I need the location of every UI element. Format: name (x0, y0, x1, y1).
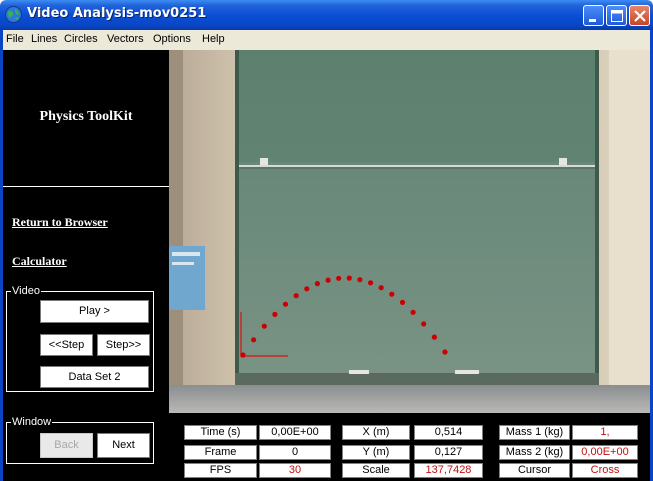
trajectory-marker[interactable] (431, 334, 437, 340)
globe-icon (5, 6, 22, 23)
mass1-label: Mass 1 (kg) (499, 425, 570, 440)
play-button[interactable]: Play > (40, 300, 149, 323)
trajectory-marker[interactable] (293, 293, 299, 299)
data-panel: Time (s) 0,00E+00 X (m) 0,514 Mass 1 (kg… (169, 413, 650, 481)
trajectory-marker[interactable] (378, 285, 384, 291)
trajectory-marker[interactable] (368, 280, 374, 286)
chalkboard-upper (235, 50, 599, 162)
window-group-label: Window (11, 416, 53, 428)
x-label: X (m) (342, 425, 410, 440)
video-group-label: Video (11, 285, 41, 297)
right-wall-light (609, 50, 650, 413)
eraser-right (455, 370, 479, 374)
floor (169, 385, 650, 413)
menu-circles[interactable]: Circles (64, 33, 98, 45)
menu-lines[interactable]: Lines (31, 33, 57, 45)
sidebar-divider (3, 186, 169, 187)
trajectory-marker[interactable] (336, 275, 342, 281)
trajectory-marker[interactable] (314, 281, 320, 287)
frame-value: 0 (259, 445, 331, 460)
window-group: Window Back Next (6, 416, 154, 464)
trajectory-marker[interactable] (389, 291, 395, 297)
trajectory-marker[interactable] (282, 301, 289, 307)
step-forward-button[interactable]: Step>> (97, 334, 150, 356)
trajectory-marker[interactable] (240, 352, 246, 358)
maximize-button[interactable] (606, 5, 627, 26)
trajectory-marker[interactable] (325, 277, 331, 283)
back-button[interactable]: Back (40, 433, 93, 458)
menu-help[interactable]: Help (202, 33, 225, 45)
scale-value: 137,7428 (414, 463, 483, 478)
board-frame-right (595, 50, 599, 385)
trajectory-marker[interactable] (304, 286, 310, 292)
y-label: Y (m) (342, 445, 410, 460)
mass2-value: 0,00E+00 (572, 445, 638, 460)
close-button[interactable] (629, 5, 650, 26)
trajectory-marker[interactable] (346, 275, 352, 281)
trajectory-marker[interactable] (251, 337, 257, 343)
video-group: Video Play > <<Step Step>> Data Set 2 (6, 285, 154, 392)
cursor-label: Cursor (499, 463, 570, 478)
return-to-browser-link[interactable]: Return to Browser (12, 215, 108, 230)
menu-options[interactable]: Options (153, 33, 191, 45)
window-title: Video Analysis-mov0251 (27, 6, 207, 21)
minimize-button[interactable] (583, 5, 604, 26)
brand-title: Physics ToolKit (39, 109, 133, 124)
video-frame[interactable] (169, 50, 650, 413)
cursor-value: Cross (572, 463, 638, 478)
frame-label: Frame (184, 445, 257, 460)
chalk-tray (235, 373, 599, 385)
board-clip-right (559, 158, 567, 165)
trajectory-marker[interactable] (442, 349, 448, 355)
step-back-button[interactable]: <<Step (40, 334, 93, 356)
y-value: 0,127 (414, 445, 483, 460)
menu-bar: File Lines Circles Vectors Options Help (0, 30, 653, 50)
wall-poster-stripe (172, 262, 194, 265)
mass2-label: Mass 2 (kg) (499, 445, 570, 460)
trajectory-marker[interactable] (261, 323, 267, 329)
calculator-link[interactable]: Calculator (12, 254, 67, 269)
eraser-left (349, 370, 369, 374)
trajectory-marker[interactable] (399, 299, 406, 305)
video-canvas[interactable] (169, 50, 650, 413)
fps-value: 30 (259, 463, 331, 478)
wall-poster-stripe (172, 252, 200, 256)
time-value: 0,00E+00 (259, 425, 331, 440)
menu-vectors[interactable]: Vectors (107, 33, 144, 45)
board-frame-left (235, 50, 239, 385)
trajectory-marker[interactable] (410, 309, 416, 315)
title-bar[interactable]: Video Analysis-mov0251 (0, 0, 653, 30)
time-label: Time (s) (184, 425, 257, 440)
left-edge-shadow (169, 50, 183, 413)
trajectory-marker[interactable] (357, 277, 363, 283)
sidebar: Physics ToolKit Return to Browser Calcul… (3, 50, 169, 481)
minimize-icon (589, 19, 596, 22)
fps-label: FPS (184, 463, 257, 478)
close-icon (634, 10, 646, 22)
trajectory-marker[interactable] (421, 321, 427, 327)
mass1-value: 1, (572, 425, 638, 440)
board-clip-left (260, 158, 268, 165)
x-value: 0,514 (414, 425, 483, 440)
menu-file[interactable]: File (6, 33, 24, 45)
next-button[interactable]: Next (97, 433, 150, 458)
maximize-icon (611, 10, 623, 22)
trajectory-marker[interactable] (272, 311, 278, 317)
scale-label: Scale (342, 463, 410, 478)
data-set-button[interactable]: Data Set 2 (40, 366, 149, 388)
